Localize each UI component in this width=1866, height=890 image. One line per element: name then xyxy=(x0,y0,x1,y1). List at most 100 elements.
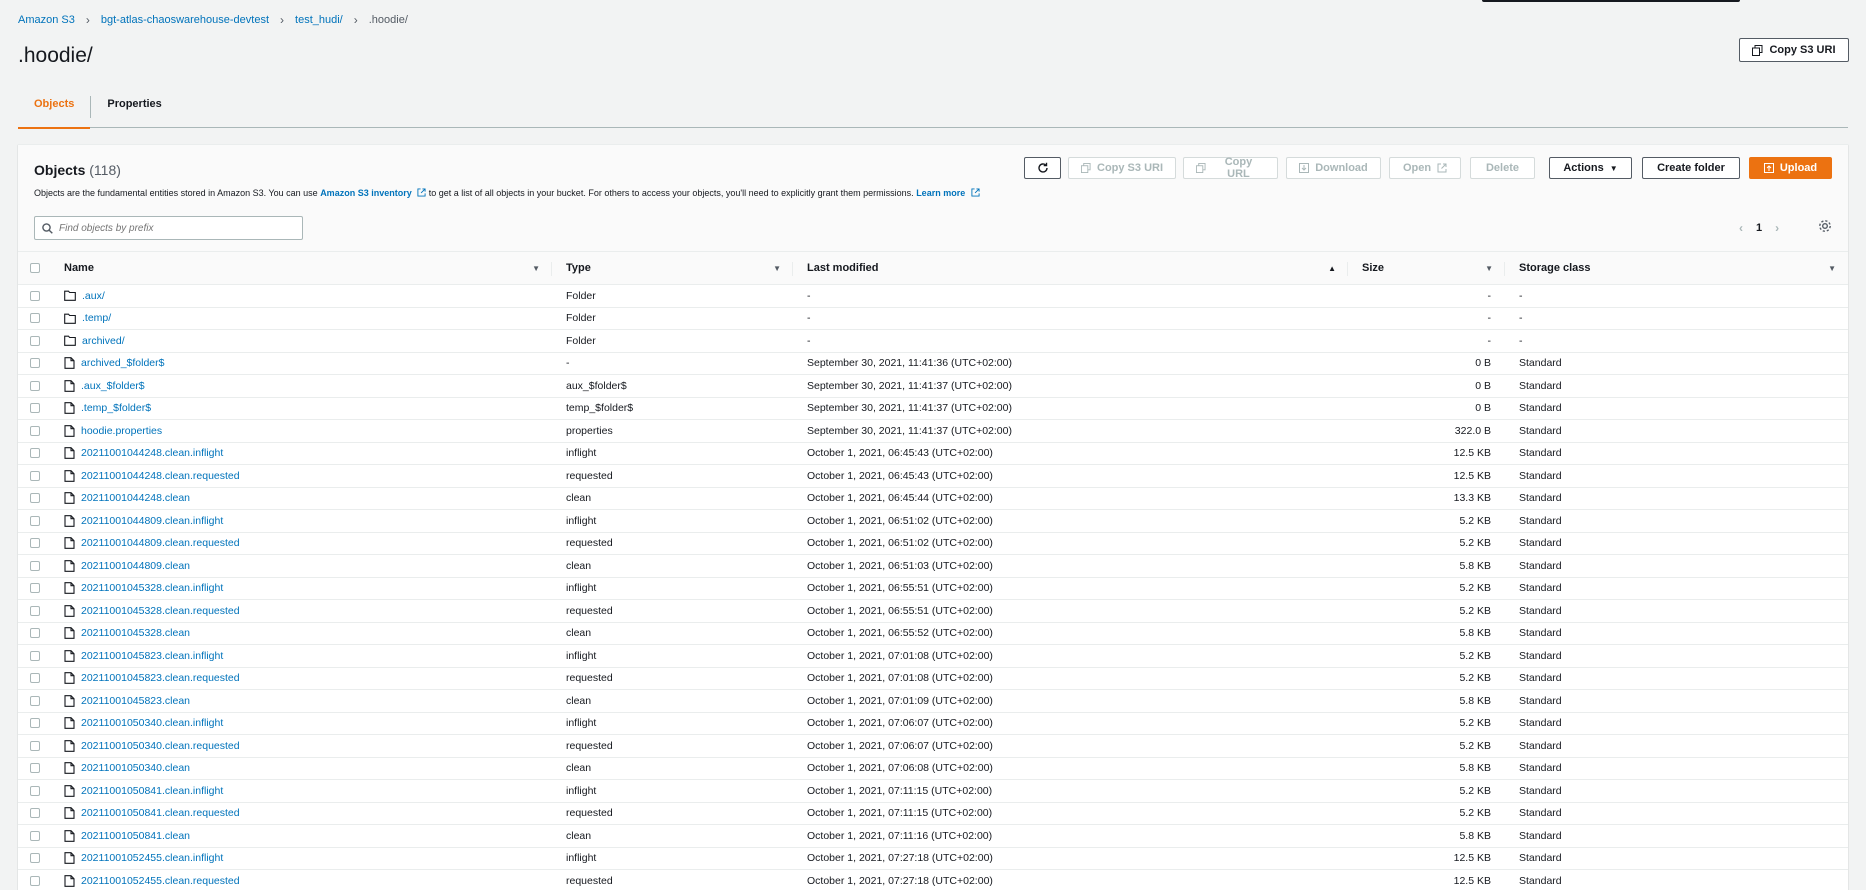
row-checkbox[interactable] xyxy=(30,695,40,706)
table-row[interactable]: 20211001045823.clean clean October 1, 2021… xyxy=(18,689,1848,713)
row-checkbox[interactable] xyxy=(30,830,40,841)
row-checkbox[interactable] xyxy=(30,673,40,684)
create-folder-button[interactable]: Create folder xyxy=(1642,157,1740,179)
table-row[interactable]: archived/Folder - - - xyxy=(18,329,1848,353)
table-row[interactable]: archived_$folder$ - September 30, 2021, 11… xyxy=(18,352,1848,375)
tab-properties[interactable]: Properties xyxy=(91,89,177,127)
table-row[interactable]: 20211001050340.clean.inflight inflight Oct… xyxy=(18,712,1848,735)
breadcrumb-amazon-s3[interactable]: Amazon S3 xyxy=(18,14,75,26)
object-name-link[interactable]: archived_$folder$ xyxy=(81,357,164,369)
row-checkbox[interactable] xyxy=(30,785,40,796)
open-button[interactable]: Open xyxy=(1389,157,1461,179)
row-checkbox[interactable] xyxy=(30,538,40,549)
search-field[interactable] xyxy=(34,216,303,240)
object-name-link[interactable]: .aux/ xyxy=(82,290,105,302)
tab-objects[interactable]: Objects xyxy=(18,89,91,129)
row-checkbox[interactable] xyxy=(30,650,40,661)
row-checkbox[interactable] xyxy=(30,448,40,459)
table-row[interactable]: 20211001050841.clean clean October 1, 2021… xyxy=(18,824,1848,848)
learn-more-link[interactable]: Learn more xyxy=(916,188,980,198)
actions-dropdown-button[interactable]: Actions ▼ xyxy=(1549,157,1632,179)
object-name-link[interactable]: 20211001050841.clean.requested xyxy=(81,807,240,819)
table-row[interactable]: hoodie.properties properties September 30,… xyxy=(18,419,1848,443)
object-name-link[interactable]: 20211001045823.clean.requested xyxy=(81,672,240,684)
column-header-size[interactable]: Size ▼ xyxy=(1348,251,1505,285)
object-name-link[interactable]: 20211001045823.clean xyxy=(81,695,190,707)
table-row[interactable]: .aux_$folder$ aux_$folder$ September 30, 2… xyxy=(18,374,1848,398)
column-header-last-modified[interactable]: Last modified ▲ xyxy=(793,251,1348,285)
gear-icon[interactable] xyxy=(1817,218,1833,234)
object-name-link[interactable]: 20211001050841.clean.inflight xyxy=(81,785,223,797)
row-checkbox[interactable] xyxy=(30,515,40,526)
table-row[interactable]: 20211001045823.clean.requested requested O… xyxy=(18,667,1848,690)
row-checkbox[interactable] xyxy=(30,808,40,819)
object-name-link[interactable]: 20211001044809.clean.requested xyxy=(81,537,240,549)
table-row[interactable]: 20211001044809.clean clean October 1, 2021… xyxy=(18,554,1848,578)
object-name-link[interactable]: 20211001050340.clean.requested xyxy=(81,740,240,752)
object-name-link[interactable]: 20211001045328.clean xyxy=(81,627,190,639)
row-checkbox[interactable] xyxy=(30,583,40,594)
object-name-link[interactable]: 20211001050340.clean xyxy=(81,762,190,774)
column-header-name[interactable]: Name ▼ xyxy=(56,251,552,285)
table-row[interactable]: 20211001050340.clean.requested requested O… xyxy=(18,734,1848,758)
object-name-link[interactable]: 20211001045823.clean.inflight xyxy=(81,650,223,662)
table-row[interactable]: 20211001050841.clean.inflight inflight Oct… xyxy=(18,779,1848,803)
row-checkbox[interactable] xyxy=(30,560,40,571)
object-name-link[interactable]: 20211001044809.clean xyxy=(81,560,190,572)
row-checkbox[interactable] xyxy=(30,290,40,301)
object-name-link[interactable]: .aux_$folder$ xyxy=(81,380,145,392)
row-checkbox[interactable] xyxy=(30,335,40,346)
object-name-link[interactable]: 20211001045328.clean.requested xyxy=(81,605,240,617)
object-name-link[interactable]: .temp/ xyxy=(82,312,111,324)
breadcrumb-folder-test-hudi[interactable]: test_hudi/ xyxy=(295,14,343,26)
search-input[interactable] xyxy=(59,222,289,234)
object-name-link[interactable]: archived/ xyxy=(82,335,125,347)
object-name-link[interactable]: 20211001050340.clean.inflight xyxy=(81,717,223,729)
previous-page-icon[interactable]: ‹ xyxy=(1739,221,1743,235)
delete-button[interactable]: Delete xyxy=(1470,157,1535,179)
object-name-link[interactable]: 20211001044248.clean.requested xyxy=(81,470,240,482)
table-row[interactable]: 20211001044809.clean.requested requested O… xyxy=(18,532,1848,555)
copy-url-button[interactable]: Copy URL xyxy=(1183,156,1278,180)
current-page[interactable]: 1 xyxy=(1756,222,1762,234)
row-checkbox[interactable] xyxy=(30,718,40,729)
select-all-checkbox[interactable] xyxy=(30,263,40,274)
table-row[interactable]: 20211001044248.clean.inflight inflight Oct… xyxy=(18,442,1848,465)
table-row[interactable]: 20211001044248.clean.requested requested O… xyxy=(18,464,1848,488)
table-row[interactable]: 20211001044248.clean clean October 1, 2021… xyxy=(18,487,1848,510)
row-checkbox[interactable] xyxy=(30,740,40,751)
object-name-link[interactable]: 20211001045328.clean.inflight xyxy=(81,582,223,594)
table-row[interactable]: 20211001050340.clean clean October 1, 2021… xyxy=(18,757,1848,780)
object-name-link[interactable]: .temp_$folder$ xyxy=(81,402,151,414)
breadcrumb-bucket[interactable]: bgt-atlas-chaoswarehouse-devtest xyxy=(101,14,269,26)
row-checkbox[interactable] xyxy=(30,853,40,864)
table-row[interactable]: 20211001045328.clean.requested requested O… xyxy=(18,599,1848,623)
row-checkbox[interactable] xyxy=(30,470,40,481)
column-header-type[interactable]: Type ▼ xyxy=(552,251,793,285)
table-row[interactable]: 20211001045823.clean.inflight inflight Oct… xyxy=(18,644,1848,668)
row-checkbox[interactable] xyxy=(30,425,40,436)
table-row[interactable]: 20211001044809.clean.inflight inflight Oct… xyxy=(18,509,1848,533)
refresh-button[interactable] xyxy=(1024,157,1061,179)
object-name-link[interactable]: 20211001044248.clean.inflight xyxy=(81,447,223,459)
download-button[interactable]: Download xyxy=(1286,157,1381,179)
row-checkbox[interactable] xyxy=(30,493,40,504)
object-name-link[interactable]: 20211001050841.clean xyxy=(81,830,190,842)
table-row[interactable]: .aux/Folder - - - xyxy=(18,284,1848,308)
column-header-storage-class[interactable]: Storage class ▼ xyxy=(1505,251,1848,285)
object-name-link[interactable]: hoodie.properties xyxy=(81,425,162,437)
row-checkbox[interactable] xyxy=(30,763,40,774)
copy-s3-uri-header-button[interactable]: Copy S3 URI xyxy=(1739,38,1849,62)
object-name-link[interactable]: 20211001052455.clean.requested xyxy=(81,875,240,887)
upload-button[interactable]: Upload xyxy=(1749,157,1832,179)
row-checkbox[interactable] xyxy=(30,605,40,616)
object-name-link[interactable]: 20211001044248.clean xyxy=(81,492,190,504)
table-row[interactable]: 20211001052455.clean.requested requested O… xyxy=(18,869,1848,890)
row-checkbox[interactable] xyxy=(30,313,40,324)
object-name-link[interactable]: 20211001052455.clean.inflight xyxy=(81,852,223,864)
row-checkbox[interactable] xyxy=(30,875,40,886)
next-page-icon[interactable]: › xyxy=(1775,221,1779,235)
inventory-link[interactable]: Amazon S3 inventory xyxy=(320,188,426,198)
table-row[interactable]: .temp_$folder$ temp_$folder$ September 30,… xyxy=(18,397,1848,420)
row-checkbox[interactable] xyxy=(30,403,40,414)
